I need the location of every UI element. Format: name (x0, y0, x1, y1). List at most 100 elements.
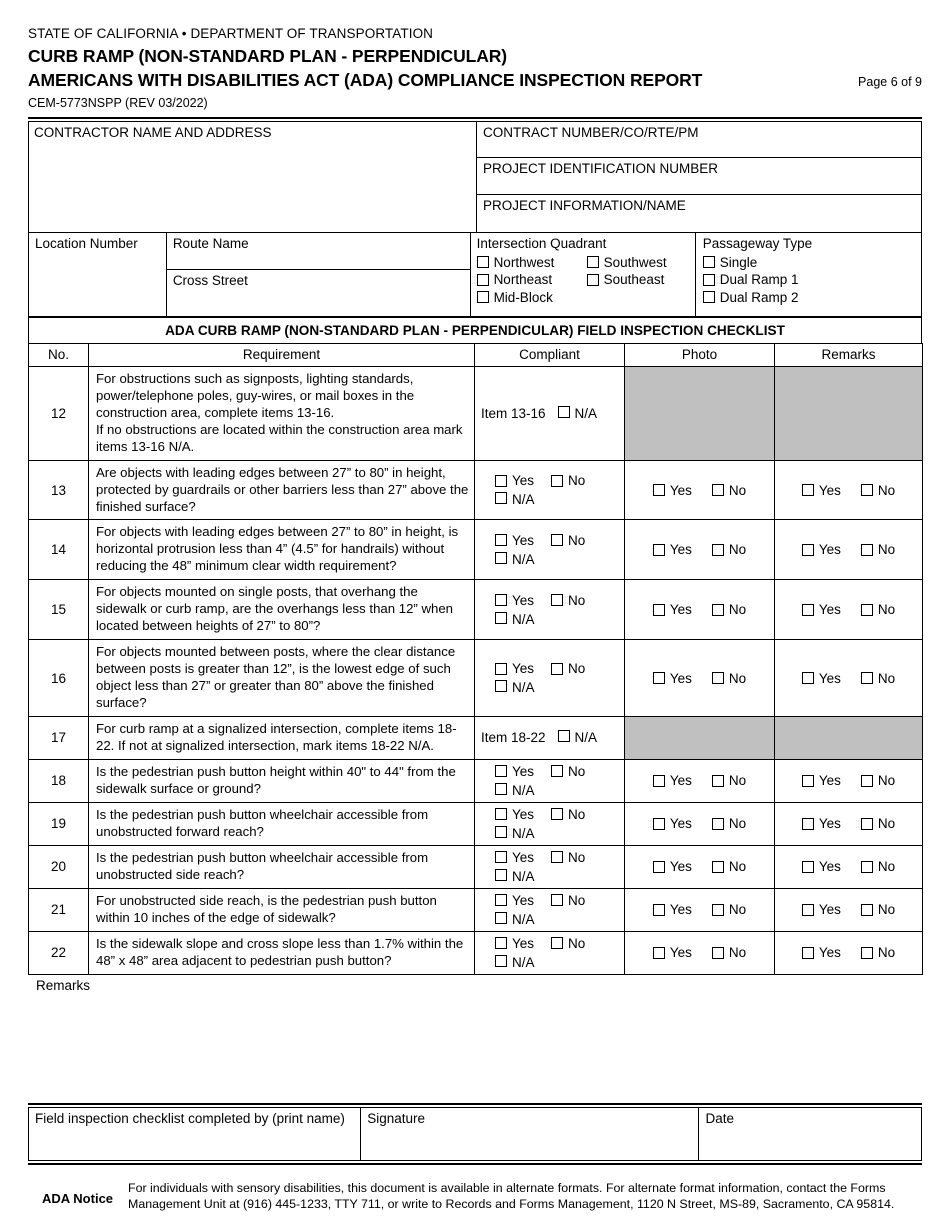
option-no[interactable]: No (551, 936, 585, 951)
checkbox-icon[interactable] (551, 808, 563, 821)
checkbox-icon[interactable] (495, 937, 507, 950)
completed-by-field[interactable]: Field inspection checklist completed by … (29, 1108, 362, 1161)
option-no[interactable]: No (551, 473, 585, 488)
passageway-option-single[interactable]: Single (702, 255, 757, 270)
checkbox-icon[interactable] (711, 543, 724, 556)
checkbox-icon[interactable] (551, 662, 563, 675)
passageway-option-dual-ramp-1[interactable]: Dual Ramp 1 (702, 272, 799, 287)
checkbox-icon[interactable] (551, 894, 563, 907)
option-no[interactable]: No (711, 945, 746, 960)
option-yes[interactable]: Yes (652, 671, 692, 686)
checkbox-icon[interactable] (495, 765, 507, 778)
option-yes[interactable]: Yes (652, 816, 692, 831)
option-no[interactable]: No (860, 483, 895, 498)
option-no[interactable]: No (860, 945, 895, 960)
checkbox-icon[interactable] (652, 672, 665, 685)
option-no[interactable]: No (860, 671, 895, 686)
checkbox-icon[interactable] (860, 543, 873, 556)
option-no[interactable]: No (551, 850, 585, 865)
checkbox-icon[interactable] (551, 594, 563, 607)
option-no[interactable]: No (860, 816, 895, 831)
option-na[interactable]: N/A (495, 911, 535, 927)
checkbox-icon[interactable] (711, 903, 724, 916)
checkbox-icon[interactable] (495, 594, 507, 607)
checkbox-icon[interactable] (551, 937, 563, 950)
checkbox-icon[interactable] (495, 551, 507, 564)
option-yes[interactable]: Yes (652, 602, 692, 617)
project-information-name-field[interactable]: PROJECT INFORMATION/NAME (477, 195, 921, 232)
option-yes[interactable]: Yes (495, 661, 551, 676)
option-na[interactable]: N/A (495, 680, 535, 695)
checkbox-icon[interactable] (801, 774, 814, 787)
checkbox-icon[interactable] (711, 946, 724, 959)
checkbox-icon[interactable] (495, 611, 507, 624)
checkbox-icon[interactable] (557, 405, 570, 418)
option-yes[interactable]: Yes (495, 807, 551, 822)
checkbox-icon[interactable] (476, 273, 489, 286)
option-no[interactable]: No (711, 483, 746, 498)
option-yes[interactable]: Yes (495, 473, 551, 488)
option-yes[interactable]: Yes (801, 945, 841, 960)
checkbox-icon[interactable] (702, 256, 715, 269)
checkbox-icon[interactable] (860, 484, 873, 497)
option-yes[interactable]: Yes (801, 859, 841, 874)
option-na[interactable]: N/A (495, 825, 535, 841)
checkbox-icon[interactable] (860, 603, 873, 616)
option-no[interactable]: No (711, 859, 746, 874)
checkbox-icon[interactable] (711, 672, 724, 685)
checkbox-icon[interactable] (551, 765, 563, 778)
checkbox-icon[interactable] (495, 868, 507, 881)
option-na[interactable]: N/A (495, 782, 535, 798)
option-yes[interactable]: Yes (495, 764, 551, 779)
checkbox-icon[interactable] (652, 817, 665, 830)
contract-number-field[interactable]: CONTRACT NUMBER/CO/RTE/PM (477, 122, 921, 159)
checkbox-icon[interactable] (495, 474, 507, 487)
option-yes[interactable]: Yes (495, 936, 551, 951)
option-no[interactable]: No (551, 593, 585, 608)
option-na[interactable]: N/A (495, 611, 535, 627)
option-yes[interactable]: Yes (801, 542, 841, 557)
option-yes[interactable]: Yes (652, 542, 692, 557)
option-yes[interactable]: Yes (801, 602, 841, 617)
checkbox-icon[interactable] (586, 273, 599, 286)
checkbox-icon[interactable] (551, 851, 563, 864)
checkbox-icon[interactable] (495, 894, 507, 907)
option-yes[interactable]: Yes (495, 850, 551, 865)
checkbox-icon[interactable] (495, 782, 507, 795)
checkbox-icon[interactable] (652, 484, 665, 497)
checkbox-icon[interactable] (476, 291, 489, 304)
checkbox-icon[interactable] (495, 662, 507, 675)
checkbox-icon[interactable] (652, 860, 665, 873)
option-yes[interactable]: Yes (495, 893, 551, 908)
option-no[interactable]: No (860, 902, 895, 917)
option-yes[interactable]: Yes (652, 902, 692, 917)
checkbox-icon[interactable] (476, 256, 489, 269)
checkbox-icon[interactable] (860, 672, 873, 685)
quadrant-option-southwest[interactable]: Southwest (586, 255, 667, 270)
date-field[interactable]: Date (699, 1108, 921, 1160)
option-no[interactable]: No (551, 764, 585, 779)
checkbox-icon[interactable] (860, 903, 873, 916)
signature-field[interactable]: Signature (361, 1108, 700, 1161)
checkbox-icon[interactable] (860, 860, 873, 873)
checkbox-icon[interactable] (495, 851, 507, 864)
checkbox-icon[interactable] (801, 543, 814, 556)
checkbox-icon[interactable] (801, 860, 814, 873)
location-number-field[interactable]: Location Number (29, 232, 167, 316)
checkbox-icon[interactable] (711, 817, 724, 830)
option-no[interactable]: No (551, 893, 585, 908)
checkbox-icon[interactable] (495, 954, 507, 967)
option-no[interactable]: No (711, 542, 746, 557)
option-no[interactable]: No (711, 902, 746, 917)
quadrant-option-mid-block[interactable]: Mid-Block (476, 290, 587, 305)
option-yes[interactable]: Yes (652, 945, 692, 960)
option-yes[interactable]: Yes (495, 593, 551, 608)
option-yes[interactable]: Yes (801, 671, 841, 686)
option-no[interactable]: No (860, 602, 895, 617)
quadrant-option-northwest[interactable]: Northwest (476, 255, 587, 270)
checkbox-icon[interactable] (495, 808, 507, 821)
checkbox-icon[interactable] (801, 603, 814, 616)
checkbox-icon[interactable] (860, 946, 873, 959)
option-no[interactable]: No (860, 542, 895, 557)
checkbox-icon[interactable] (711, 484, 724, 497)
